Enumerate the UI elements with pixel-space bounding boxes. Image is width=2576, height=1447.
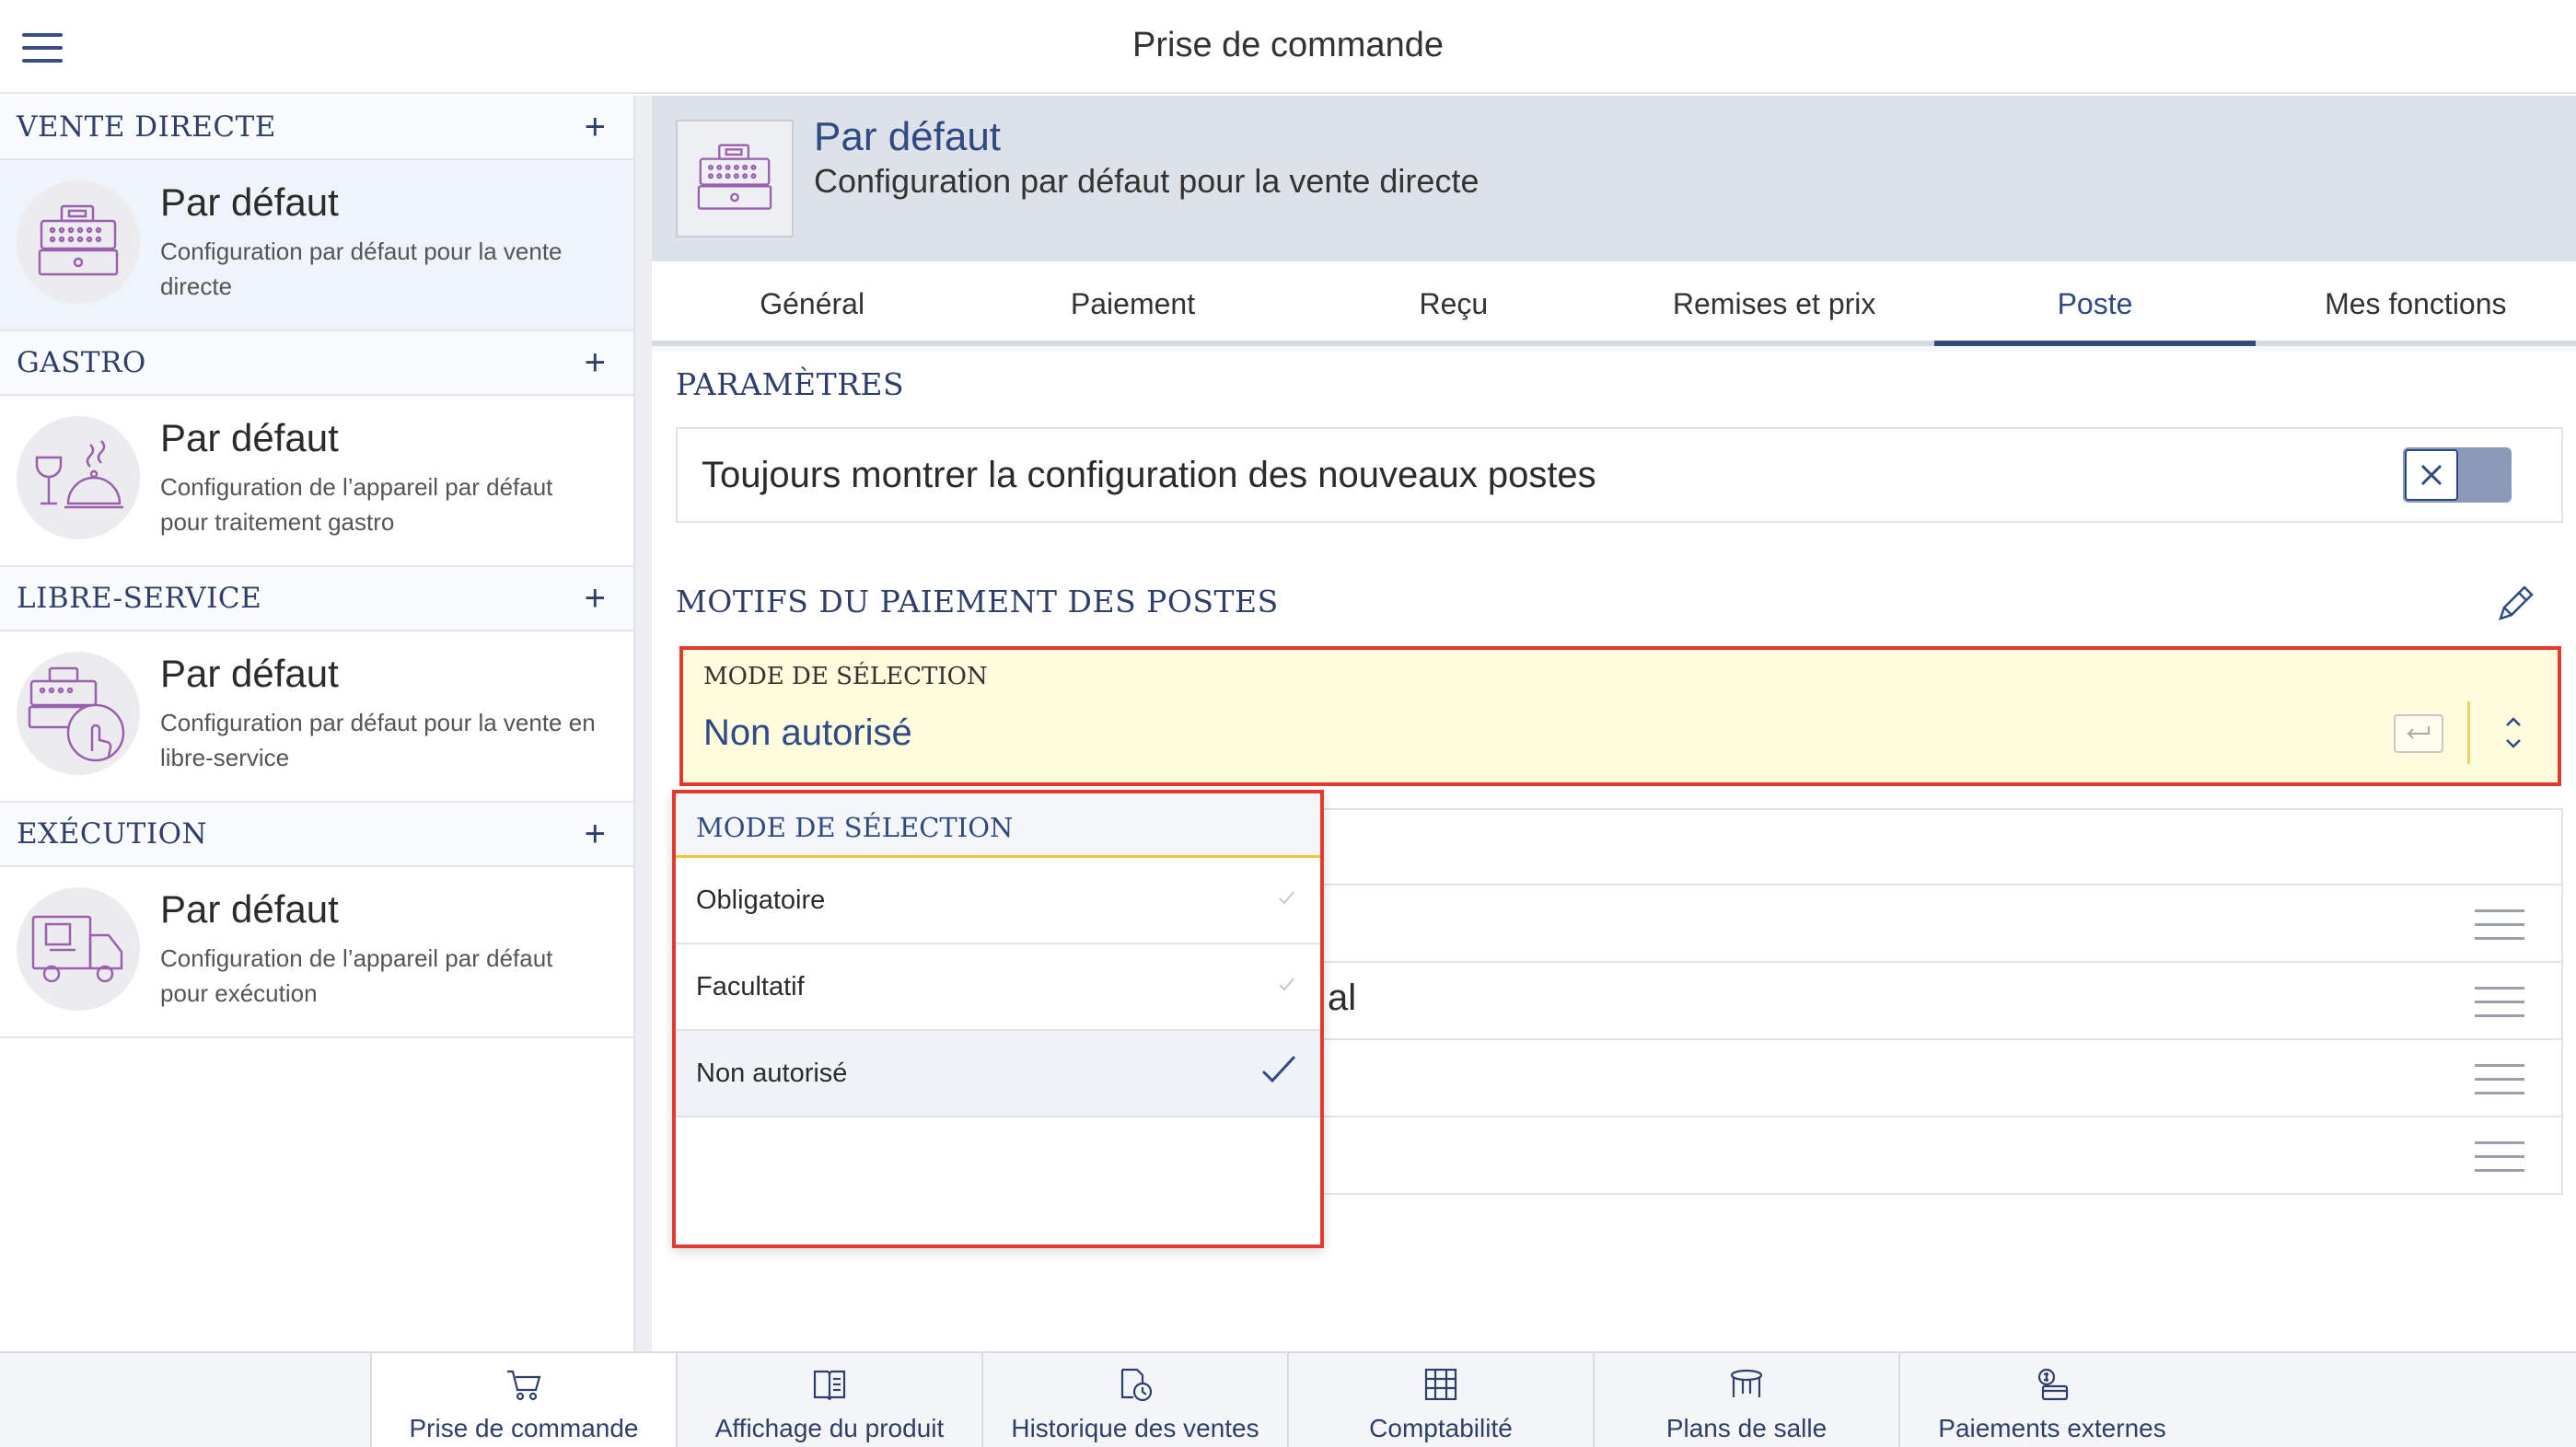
selection-mode-dropdown: MODE DE SÉLECTION Obligatoire Facultatif… — [672, 790, 1324, 1248]
option-label: Facultatif — [696, 972, 805, 1001]
config-item-libre-service[interactable]: Par défaut Configuration par défaut pour… — [0, 631, 633, 803]
tab-poste[interactable]: Poste — [1934, 261, 2256, 346]
field-label: MODE DE SÉLECTION — [703, 663, 988, 690]
item-description: Configuration par défaut pour la vente e… — [160, 709, 596, 736]
nav-label: Comptabilité — [1369, 1414, 1513, 1442]
add-icon[interactable]: + — [585, 109, 606, 145]
item-description: Configuration par défaut pour la vente — [160, 237, 563, 265]
option-label: Non autorisé — [696, 1059, 848, 1088]
nav-label: Paiements externes — [1938, 1414, 2166, 1442]
product-display-icon — [809, 1366, 850, 1403]
new-items-toggle[interactable] — [2403, 447, 2512, 503]
item-title: Par défaut — [160, 180, 339, 224]
tab-paiement[interactable]: Paiement — [972, 261, 1293, 341]
reasons-section-title: MOTIFS DU PAIEMENT DES POSTES — [676, 584, 1279, 619]
option-facultatif[interactable]: Facultatif — [676, 944, 1320, 1031]
delivery-truck-icon — [17, 887, 140, 1011]
list-item-label: al — [1328, 978, 1357, 1018]
edit-icon[interactable] — [2493, 584, 2537, 628]
config-header: Par défaut Configuration par défaut pour… — [652, 96, 2576, 261]
check-icon — [1272, 970, 1300, 1002]
configuration-sidebar: VENTE DIRECTE + Par défaut Configuration… — [0, 96, 635, 1351]
return-icon[interactable] — [2394, 714, 2443, 753]
dropdown-header: MODE DE SÉLECTION — [676, 793, 1320, 858]
accounting-icon — [1421, 1366, 1461, 1403]
config-title: Par défaut — [814, 114, 1002, 159]
section-title: EXÉCUTION — [17, 817, 208, 851]
tab-mes-fonctions[interactable]: Mes fonctions — [2256, 261, 2576, 341]
item-description-line2: libre-service — [160, 744, 290, 771]
cash-register-icon — [676, 120, 794, 237]
external-payment-icon — [2032, 1366, 2072, 1403]
section-header-libre-service: LIBRE-SERVICE + — [0, 567, 633, 631]
sidebar-scrollbar[interactable] — [635, 96, 652, 1351]
item-description: Configuration de l’appareil par défaut — [160, 944, 553, 972]
top-bar: Prise de commande — [0, 0, 2576, 94]
settings-section-title: PARAMÈTRES — [676, 366, 905, 402]
item-title: Par défaut — [160, 887, 339, 931]
table-icon — [1726, 1366, 1767, 1403]
section-header-gastro: GASTRO + — [0, 331, 633, 396]
cart-icon — [504, 1366, 544, 1403]
item-title: Par défaut — [160, 416, 339, 459]
check-icon — [1258, 1049, 1300, 1096]
option-obligatoire[interactable]: Obligatoire — [676, 858, 1320, 944]
option-non-autorise[interactable]: Non autorisé — [676, 1031, 1320, 1117]
section-title: LIBRE-SERVICE — [17, 582, 262, 615]
add-icon[interactable]: + — [585, 816, 606, 852]
nav-label: Prise de commande — [409, 1414, 639, 1442]
check-icon — [1272, 884, 1300, 916]
section-title: GASTRO — [17, 346, 146, 379]
drag-handle-icon[interactable] — [2475, 909, 2524, 941]
drag-handle-icon[interactable] — [2475, 1064, 2524, 1095]
wine-cloche-icon — [17, 416, 140, 539]
toggle-label: Toujours montrer la configuration des no… — [702, 455, 1596, 495]
add-icon[interactable]: + — [585, 580, 606, 617]
cash-register-icon — [17, 180, 140, 304]
chevron-up-down-icon[interactable] — [2495, 707, 2532, 758]
tab-bar: Général Paiement Reçu Remises et prix Po… — [652, 261, 2576, 346]
nav-affichage-du-produit[interactable]: Affichage du produit — [676, 1353, 981, 1447]
config-item-gastro[interactable]: Par défaut Configuration de l’appareil p… — [0, 396, 633, 567]
section-header-vente-directe: VENTE DIRECTE + — [0, 96, 633, 160]
nav-comptabilite[interactable]: Comptabilité — [1287, 1353, 1593, 1447]
close-icon — [2405, 449, 2458, 501]
tab-recu[interactable]: Reçu — [1294, 261, 1614, 341]
option-label: Obligatoire — [696, 886, 826, 915]
field-divider — [2467, 701, 2470, 764]
sales-history-icon — [1115, 1366, 1155, 1403]
config-item-vente-directe[interactable]: Par défaut Configuration par défaut pour… — [0, 160, 633, 331]
tab-remises-et-prix[interactable]: Remises et prix — [1614, 261, 1934, 341]
item-description: Configuration de l’appareil par défaut — [160, 473, 553, 501]
nav-historique-des-ventes[interactable]: Historique des ventes — [981, 1353, 1287, 1447]
nav-label: Affichage du produit — [714, 1414, 945, 1442]
section-title: VENTE DIRECTE — [17, 110, 276, 144]
item-description-line2: pour exécution — [160, 979, 318, 1007]
app-title: Prise de commande — [1132, 26, 1444, 64]
self-service-register-icon — [17, 652, 140, 775]
bottom-navigation: Prise de commande Affichage du produit H… — [0, 1351, 2576, 1447]
nav-plans-de-salle[interactable]: Plans de salle — [1593, 1353, 1898, 1447]
item-title: Par défaut — [160, 652, 339, 695]
drag-handle-icon[interactable] — [2475, 987, 2524, 1018]
config-subtitle: Configuration par défaut pour la vente d… — [814, 162, 1479, 200]
nav-label: Historique des ventes — [1011, 1414, 1259, 1442]
section-header-execution: EXÉCUTION + — [0, 803, 633, 867]
nav-label: Plans de salle — [1665, 1414, 1828, 1442]
field-value: Non autorisé — [703, 712, 912, 753]
selection-mode-field[interactable]: MODE DE SÉLECTION Non autorisé — [679, 646, 2561, 786]
config-item-execution[interactable]: Par défaut Configuration de l’appareil p… — [0, 867, 633, 1038]
nav-prise-de-commande[interactable]: Prise de commande — [370, 1353, 676, 1447]
toggle-row-new-items: Toujours montrer la configuration des no… — [676, 427, 2563, 523]
nav-paiements-externes[interactable]: Paiements externes — [1898, 1353, 2204, 1447]
drag-handle-icon[interactable] — [2475, 1141, 2524, 1173]
tab-general[interactable]: Général — [652, 261, 972, 341]
add-icon[interactable]: + — [585, 344, 606, 381]
item-description-line2: directe — [160, 272, 233, 300]
item-description-line2: pour traitement gastro — [160, 508, 395, 536]
